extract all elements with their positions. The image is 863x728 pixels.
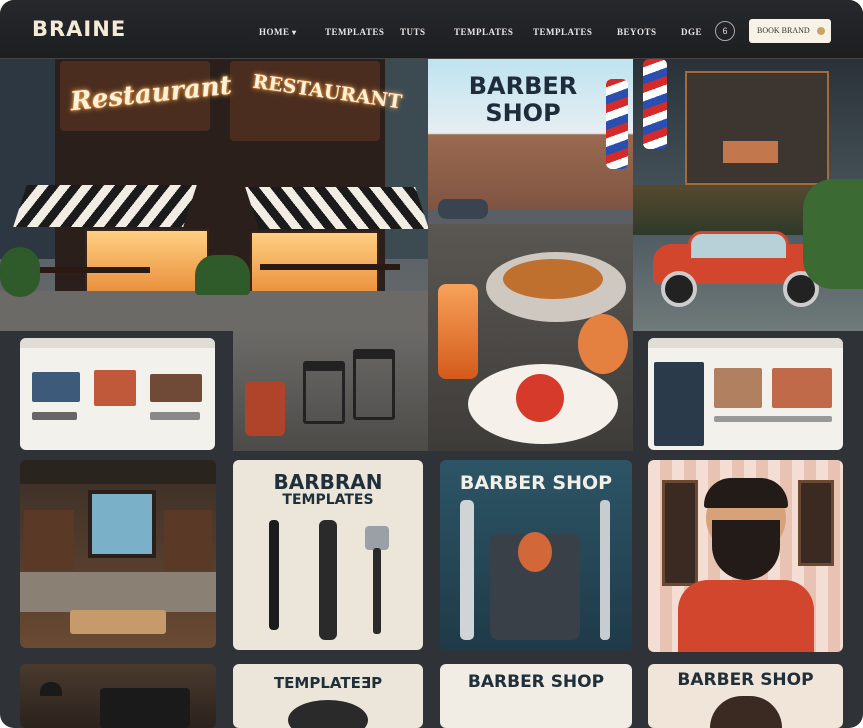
barber-shop-card-3[interactable]: BARBER SHOP <box>648 664 843 728</box>
barbran-title: BARBRAN <box>273 470 383 494</box>
restaurant-lamp-card[interactable] <box>20 664 216 728</box>
barber-shop-card[interactable]: BARBER SHOP <box>440 460 632 650</box>
website-mockup-card-right[interactable] <box>648 338 843 450</box>
book-brand-button[interactable]: BOOK BRAND <box>749 19 831 43</box>
barbran-templates-card[interactable]: BARBRAN TEMPLATES <box>233 460 423 650</box>
bearded-barber-card[interactable] <box>648 460 843 652</box>
templates-card[interactable]: TEMPLATEƎP <box>233 664 423 728</box>
nav-tuts[interactable]: TUTS <box>400 27 426 37</box>
barber-shop-card-2[interactable]: BARBER SHOP <box>440 664 632 728</box>
nav-templates[interactable]: TEMPLATES <box>325 27 384 37</box>
spatula-icon <box>365 526 389 550</box>
restaurant-interior-card[interactable] <box>20 460 216 648</box>
knife-icon <box>319 520 337 640</box>
circle-icon-button[interactable]: 6 <box>715 21 735 41</box>
barbran-subtitle: TEMPLATES <box>282 492 374 508</box>
nav-beyots[interactable]: BEYOTS <box>617 27 657 37</box>
nav-templates-3[interactable]: TEMPLATES <box>533 27 592 37</box>
barber-shop-card-title: BARBER SHOP <box>459 472 613 494</box>
plated-food-image <box>428 224 633 451</box>
barber-shop-hero-image: BARBER SHOP <box>428 59 633 224</box>
nav-templates-2[interactable]: TEMPLATES <box>454 27 513 37</box>
templates-card-title: TEMPLATEƎP <box>273 674 383 692</box>
book-brand-label: BOOK BRAND <box>757 26 810 35</box>
fork-icon <box>269 520 279 630</box>
site-logo[interactable]: BRAINE <box>32 17 126 41</box>
barber-shop-card-2-title: BARBER SHOP <box>467 672 605 692</box>
restaurant-hero-image: Restaurant RESTAURANT <box>0 59 428 331</box>
top-navigation-bar: BRAINE HOME TEMPLATES TUTS TEMPLATES TEM… <box>0 0 863 59</box>
barber-shop-card-3-title: BARBER SHOP <box>677 670 814 690</box>
classic-car-hero-image <box>633 59 863 331</box>
nav-home[interactable]: HOME <box>259 27 297 37</box>
barber-shop-title: BARBER SHOP <box>468 72 578 127</box>
dot-icon <box>817 27 825 35</box>
app-window: BRAINE HOME TEMPLATES TUTS TEMPLATES TEM… <box>0 0 863 728</box>
nav-dge[interactable]: DGE <box>681 27 702 37</box>
website-mockup-card-left[interactable] <box>20 338 215 450</box>
cafe-chairs-image <box>233 331 428 451</box>
